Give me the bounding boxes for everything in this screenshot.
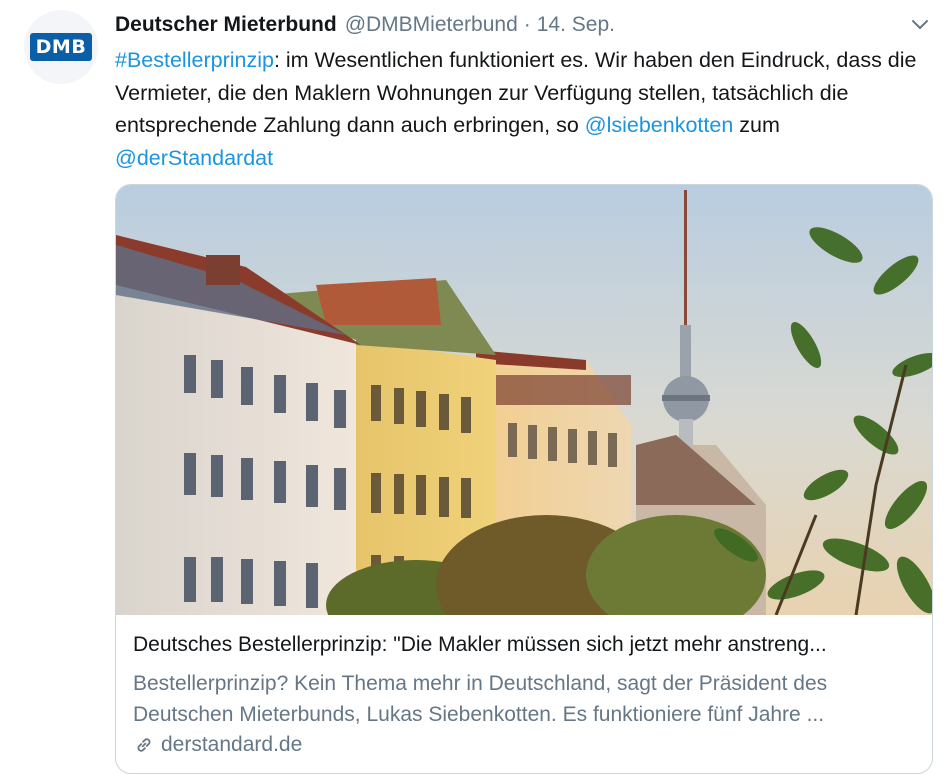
card-description: Bestellerprinzip? Kein Thema mehr in Deu… <box>133 672 828 726</box>
tweet-header: Deutscher Mieterbund @DMBMieterbund · 14… <box>115 8 905 42</box>
card-body: Deutsches Bestellerprinzip: "Die Makler … <box>116 615 932 773</box>
card-domain-label: derstandard.de <box>161 733 303 756</box>
link-preview-card[interactable]: Deutsches Bestellerprinzip: "Die Makler … <box>115 184 933 774</box>
separator-dot: · <box>523 13 531 36</box>
mention-link-siebenkotten[interactable]: @lsiebenkotten <box>585 113 734 137</box>
card-title[interactable]: Deutsches Bestellerprinzip: "Die Makler … <box>133 633 923 657</box>
card-image[interactable] <box>116 185 932 615</box>
link-icon <box>137 738 151 752</box>
tweet-date[interactable]: 14. Sep. <box>537 13 615 37</box>
avatar[interactable]: DMB <box>24 10 98 84</box>
tweet-text-part2: zum <box>733 113 780 137</box>
hashtag-link[interactable]: #Bestellerprinzip <box>115 48 274 72</box>
display-name[interactable]: Deutscher Mieterbund <box>115 13 337 37</box>
user-handle[interactable]: @DMBMieterbund <box>345 13 518 37</box>
chevron-down-icon[interactable] <box>909 13 931 35</box>
card-domain[interactable]: derstandard.de <box>133 733 302 757</box>
tweet-text: #Bestellerprinzip: im Wesentlichen funkt… <box>115 44 920 174</box>
mention-link-derstandard[interactable]: @derStandardat <box>115 146 273 170</box>
avatar-logo: DMB <box>29 33 93 61</box>
